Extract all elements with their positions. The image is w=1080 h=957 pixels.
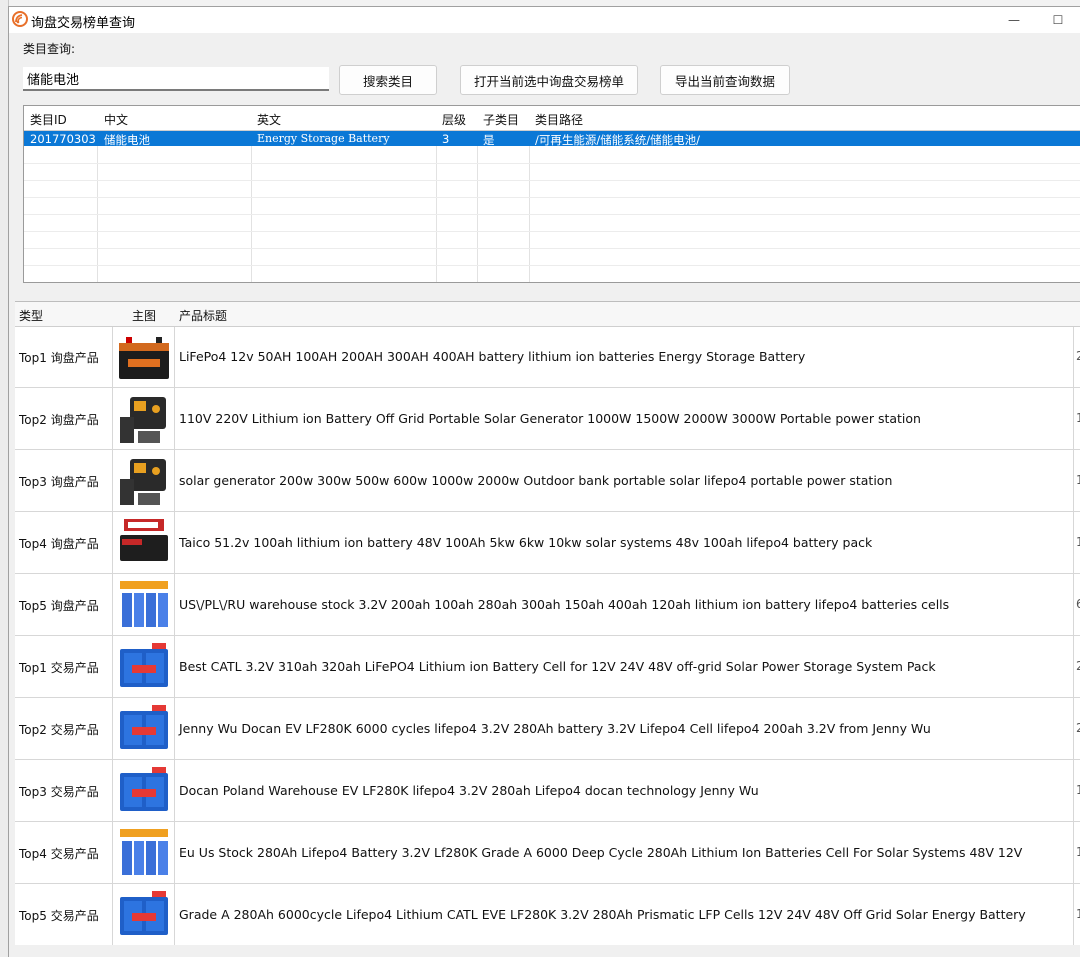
product-thumbnail[interactable] xyxy=(116,763,172,819)
product-thumbnail[interactable] xyxy=(116,639,172,695)
query-window: 询盘交易榜单查询 — ☐ 类目查询: 搜索类目 打开当前选中询盘交易榜单 导出当… xyxy=(8,6,1080,957)
col-header-id[interactable]: 类目ID xyxy=(30,111,67,128)
product-table[interactable]: 类型 主图 产品标题 Top1 询盘产品 LiFePo4 12v 50AH 100… xyxy=(15,301,1080,945)
col-header-image[interactable]: 主图 xyxy=(132,307,156,324)
product-title: Best CATL 3.2V 310ah 320ah LiFePO4 Lithi… xyxy=(179,659,936,674)
product-extra-value: 1 xyxy=(1076,535,1080,549)
table-row[interactable]: Top3 询盘产品 solar generator 200w 300w 500w … xyxy=(15,451,1080,512)
category-table-header: 类目ID 中文 英文 层级 子类目 类目路径 xyxy=(24,106,1080,131)
product-thumbnail[interactable] xyxy=(116,577,172,633)
category-search-input[interactable] xyxy=(23,67,329,91)
table-row[interactable]: Top2 交易产品 Jenny Wu Docan EV LF280K 6000 c… xyxy=(15,699,1080,760)
product-extra-value: 1 xyxy=(1076,907,1080,921)
table-row[interactable]: Top5 询盘产品 US\/PL\/RU warehouse stock 3.2V… xyxy=(15,575,1080,636)
product-type: Top2 询盘产品 xyxy=(19,413,99,427)
cell-category-zh: 储能电池 xyxy=(104,133,150,147)
table-row[interactable]: Top1 询盘产品 LiFePo4 12v 50AH 100AH 200AH 30… xyxy=(15,327,1080,388)
product-extra-value: 1 xyxy=(1076,845,1080,859)
product-type: Top2 交易产品 xyxy=(19,723,99,737)
product-extra-value: 2 xyxy=(1076,659,1080,673)
product-type: Top3 询盘产品 xyxy=(19,475,99,489)
table-row[interactable]: Top4 询盘产品 Taico 51.2v 100ah lithium ion b… xyxy=(15,513,1080,574)
cell-category-sub: 是 xyxy=(483,133,495,147)
product-thumbnail[interactable] xyxy=(116,453,172,509)
window-title: 询盘交易榜单查询 xyxy=(31,16,136,31)
col-header-level[interactable]: 层级 xyxy=(442,111,466,128)
product-title: Taico 51.2v 100ah lithium ion battery 48… xyxy=(179,535,873,550)
product-extra-value: 1 xyxy=(1076,473,1080,487)
product-title: 110V 220V Lithium ion Battery Off Grid P… xyxy=(179,411,921,426)
product-title: Jenny Wu Docan EV LF280K 6000 cycles lif… xyxy=(179,721,931,736)
product-type: Top4 交易产品 xyxy=(19,847,99,861)
cell-category-id: 201770303 xyxy=(30,132,96,146)
cell-category-path: /可再生能源/储能系统/储能电池/ xyxy=(535,133,700,147)
product-type: Top5 询盘产品 xyxy=(19,599,99,613)
product-extra-value: 1 xyxy=(1076,411,1080,425)
category-table[interactable]: 类目ID 中文 英文 层级 子类目 类目路径 201770303 储能电池 En… xyxy=(23,105,1080,283)
category-query-label: 类目查询: xyxy=(23,42,76,56)
product-title: Docan Poland Warehouse EV LF280K lifepo4… xyxy=(179,783,759,798)
export-data-button[interactable]: 导出当前查询数据 xyxy=(660,65,790,95)
product-title: US\/PL\/RU warehouse stock 3.2V 200ah 10… xyxy=(179,597,950,612)
product-thumbnail[interactable] xyxy=(116,391,172,447)
col-header-title[interactable]: 产品标题 xyxy=(179,307,227,324)
col-header-sub[interactable]: 子类目 xyxy=(483,111,519,128)
table-row-selected[interactable]: 201770303 储能电池 Energy Storage Battery 3 … xyxy=(24,131,1080,147)
cell-category-level: 3 xyxy=(442,132,450,146)
open-ranking-button[interactable]: 打开当前选中询盘交易榜单 xyxy=(460,65,638,95)
product-extra-value: 2 xyxy=(1076,349,1080,363)
product-type: Top3 交易产品 xyxy=(19,785,99,799)
product-type: Top1 询盘产品 xyxy=(19,351,99,365)
maximize-icon[interactable]: ☐ xyxy=(1051,13,1065,27)
product-title: Eu Us Stock 280Ah Lifepo4 Battery 3.2V L… xyxy=(179,845,1023,860)
search-category-button[interactable]: 搜索类目 xyxy=(339,65,437,95)
product-thumbnail[interactable] xyxy=(116,887,172,943)
product-thumbnail[interactable] xyxy=(116,825,172,881)
table-row[interactable]: Top2 询盘产品 110V 220V Lithium ion Battery O… xyxy=(15,389,1080,450)
product-thumbnail[interactable] xyxy=(116,515,172,571)
product-type: Top4 询盘产品 xyxy=(19,537,99,551)
col-header-zh[interactable]: 中文 xyxy=(104,111,128,128)
product-extra-value: 2 xyxy=(1076,721,1080,735)
product-title: solar generator 200w 300w 500w 600w 1000… xyxy=(179,473,893,488)
product-table-header: 类型 主图 产品标题 xyxy=(15,302,1080,327)
product-type: Top1 交易产品 xyxy=(19,661,99,675)
product-thumbnail[interactable] xyxy=(116,701,172,757)
col-header-type[interactable]: 类型 xyxy=(19,307,43,324)
product-extra-value: 1 xyxy=(1076,783,1080,797)
product-type: Top5 交易产品 xyxy=(19,909,99,923)
table-row[interactable]: Top3 交易产品 Docan Poland Warehouse EV LF280… xyxy=(15,761,1080,822)
table-row[interactable]: Top4 交易产品 Eu Us Stock 280Ah Lifepo4 Batte… xyxy=(15,823,1080,884)
product-extra-value: 6 xyxy=(1076,597,1080,611)
app-logo-icon xyxy=(12,11,28,27)
cell-category-en: Energy Storage Battery xyxy=(257,132,390,145)
minimize-icon[interactable]: — xyxy=(1007,13,1021,27)
table-row[interactable]: Top1 交易产品 Best CATL 3.2V 310ah 320ah LiFe… xyxy=(15,637,1080,698)
title-bar: 询盘交易榜单查询 — ☐ xyxy=(9,7,1080,33)
product-title: LiFePo4 12v 50AH 100AH 200AH 300AH 400AH… xyxy=(179,349,806,364)
product-thumbnail[interactable] xyxy=(116,329,172,385)
table-row[interactable]: Top5 交易产品 Grade A 280Ah 6000cycle Lifepo4… xyxy=(15,885,1080,945)
col-header-path[interactable]: 类目路径 xyxy=(535,111,583,128)
product-title: Grade A 280Ah 6000cycle Lifepo4 Lithium … xyxy=(179,907,1026,922)
col-header-en[interactable]: 英文 xyxy=(257,111,281,128)
